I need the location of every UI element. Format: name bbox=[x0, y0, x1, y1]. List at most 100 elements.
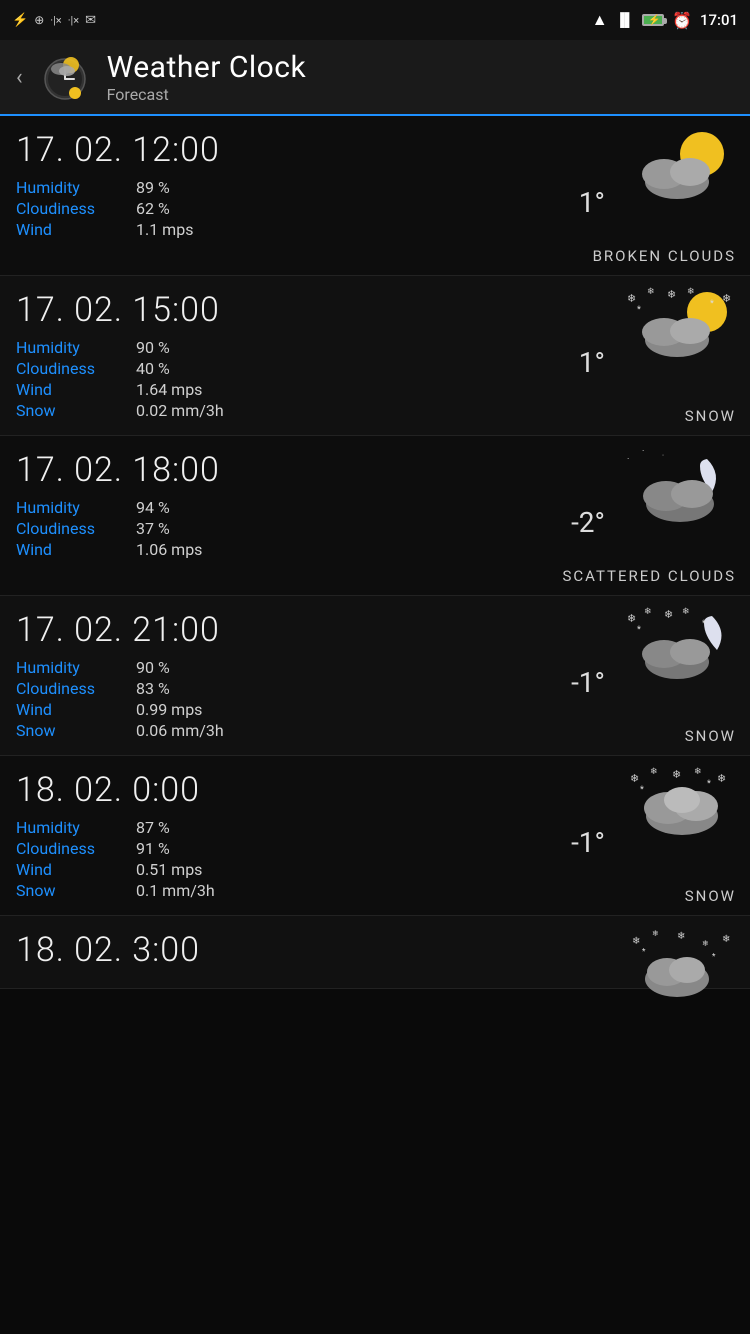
status-left-icons: ⚡ ⊕ ·|× ·|× ✉ bbox=[12, 13, 96, 28]
svg-text:❄: ❄ bbox=[664, 608, 673, 621]
cloudiness-label-3: Cloudiness bbox=[16, 679, 136, 698]
temperature-4: -1° bbox=[571, 826, 605, 859]
svg-text:❄: ❄ bbox=[627, 612, 636, 625]
weather-icon-4: ❄ ❄ ❄ ❄ ❄ * * bbox=[622, 764, 742, 854]
svg-text:*: * bbox=[642, 947, 646, 956]
svg-text:❄: ❄ bbox=[694, 767, 702, 777]
header-text: Weather Clock Forecast bbox=[107, 50, 307, 104]
wind-value-2: 1.06 mps bbox=[136, 540, 202, 559]
cloudiness-value-2: 37 % bbox=[136, 519, 170, 538]
humidity-label-0: Humidity bbox=[16, 178, 136, 197]
cloudiness-label-1: Cloudiness bbox=[16, 359, 136, 378]
wind-label-0: Wind bbox=[16, 220, 136, 239]
weather-icon-3: ❄ ❄ ❄ ❄ * * bbox=[622, 604, 742, 694]
svg-text:·: · bbox=[642, 447, 644, 457]
status-time: 17:01 bbox=[700, 11, 738, 29]
back-button[interactable]: ‹ bbox=[16, 65, 23, 90]
wind-label-4: Wind bbox=[16, 860, 136, 879]
app-logo bbox=[39, 51, 91, 103]
svg-text:❄: ❄ bbox=[672, 768, 681, 781]
condition-4: SNOW bbox=[685, 887, 736, 905]
cloudiness-label-2: Cloudiness bbox=[16, 519, 136, 538]
svg-text:*: * bbox=[637, 625, 641, 635]
battery-bolt: ⚡ bbox=[648, 15, 660, 26]
humidity-label-3: Humidity bbox=[16, 658, 136, 677]
svg-text:❄: ❄ bbox=[667, 288, 676, 301]
svg-text:❄: ❄ bbox=[717, 772, 726, 785]
wind-label-2: Wind bbox=[16, 540, 136, 559]
condition-2: SCATTERED CLOUDS bbox=[562, 567, 736, 585]
svg-text:❄: ❄ bbox=[702, 939, 709, 948]
alarm-icon: ⏰ bbox=[672, 11, 692, 30]
svg-text:❄: ❄ bbox=[627, 292, 636, 305]
condition-1: SNOW bbox=[685, 407, 736, 425]
email-icon: ✉ bbox=[85, 13, 96, 28]
snow-label-3: Snow bbox=[16, 721, 136, 740]
wind-row-2: Wind 1.06 mps bbox=[16, 540, 734, 559]
svg-text:*: * bbox=[702, 619, 706, 629]
svg-text:*: * bbox=[710, 299, 714, 309]
forecast-card-0: 17. 02. 12:00 Humidity 89 % Cloudiness 6… bbox=[0, 116, 750, 276]
snow-label-1: Snow bbox=[16, 401, 136, 420]
wind-label-1: Wind bbox=[16, 380, 136, 399]
weather-icon-partial: ❄ ❄ ❄ ❄ ❄ * * bbox=[622, 924, 742, 1014]
snow-value-3: 0.06 mm/3h bbox=[136, 721, 224, 740]
svg-text:·: · bbox=[662, 451, 664, 460]
humidity-value-1: 90 % bbox=[136, 338, 170, 357]
forecast-card-4: 18. 02. 0:00 Humidity 87 % Cloudiness 91… bbox=[0, 756, 750, 916]
wind-value-4: 0.51 mps bbox=[136, 860, 202, 879]
svg-text:*: * bbox=[707, 779, 711, 789]
wind-label-3: Wind bbox=[16, 700, 136, 719]
temperature-0: 1° bbox=[579, 186, 605, 219]
snow-row-3: Snow 0.06 mm/3h bbox=[16, 721, 734, 740]
cloudiness-value-1: 40 % bbox=[136, 359, 170, 378]
temperature-1: 1° bbox=[579, 346, 605, 379]
signal-x-icon-2: ·|× bbox=[68, 14, 79, 27]
weather-icon-0 bbox=[622, 124, 742, 214]
svg-text:*: * bbox=[640, 785, 644, 795]
svg-text:❄: ❄ bbox=[647, 287, 655, 297]
wind-row-0: Wind 1.1 mps bbox=[16, 220, 734, 239]
humidity-value-4: 87 % bbox=[136, 818, 170, 837]
snow-row-1: Snow 0.02 mm/3h bbox=[16, 401, 734, 420]
humidity-label-4: Humidity bbox=[16, 818, 136, 837]
svg-text:❄: ❄ bbox=[677, 931, 685, 942]
cloudiness-label-4: Cloudiness bbox=[16, 839, 136, 858]
svg-text:❄: ❄ bbox=[650, 767, 658, 777]
svg-text:❄: ❄ bbox=[682, 607, 690, 617]
humidity-label-1: Humidity bbox=[16, 338, 136, 357]
cloudiness-value-0: 62 % bbox=[136, 199, 170, 218]
wifi-icon: ▲ bbox=[592, 10, 608, 30]
signal-icon: ▐▌ bbox=[616, 12, 634, 28]
app-header: ‹ Weather Clock Forecast bbox=[0, 40, 750, 116]
svg-text:·: · bbox=[627, 455, 629, 465]
cloudiness-value-4: 91 % bbox=[136, 839, 170, 858]
app-title: Weather Clock bbox=[107, 50, 307, 85]
snow-value-4: 0.1 mm/3h bbox=[136, 881, 215, 900]
humidity-label-2: Humidity bbox=[16, 498, 136, 517]
status-bar: ⚡ ⊕ ·|× ·|× ✉ ▲ ▐▌ ⚡ ⏰ 17:01 bbox=[0, 0, 750, 40]
humidity-value-2: 94 % bbox=[136, 498, 170, 517]
forecast-list: 17. 02. 12:00 Humidity 89 % Cloudiness 6… bbox=[0, 116, 750, 916]
weather-icon-1: ❄ ❄ ❄ ❄ ❄ * * bbox=[622, 284, 742, 374]
condition-0: BROKEN CLOUDS bbox=[593, 247, 736, 265]
svg-text:*: * bbox=[637, 305, 641, 315]
snow-row-4: Snow 0.1 mm/3h bbox=[16, 881, 734, 900]
cloudiness-label-0: Cloudiness bbox=[16, 199, 136, 218]
svg-text:❄: ❄ bbox=[644, 607, 652, 617]
condition-3: SNOW bbox=[685, 727, 736, 745]
svg-text:❄: ❄ bbox=[687, 287, 695, 297]
wind-row-1: Wind 1.64 mps bbox=[16, 380, 734, 399]
svg-text:❄: ❄ bbox=[630, 772, 639, 785]
svg-text:❄: ❄ bbox=[722, 934, 730, 945]
wind-value-1: 1.64 mps bbox=[136, 380, 202, 399]
cloudiness-value-3: 83 % bbox=[136, 679, 170, 698]
status-right-icons: ▲ ▐▌ ⚡ ⏰ 17:01 bbox=[592, 10, 738, 30]
wind-value-3: 0.99 mps bbox=[136, 700, 202, 719]
notification-icon: ⊕ bbox=[34, 13, 44, 27]
svg-text:❄: ❄ bbox=[632, 936, 640, 947]
snow-value-1: 0.02 mm/3h bbox=[136, 401, 224, 420]
weather-icon-2: · · · bbox=[622, 444, 742, 534]
wind-row-4: Wind 0.51 mps bbox=[16, 860, 734, 879]
forecast-card-3: 17. 02. 21:00 Humidity 90 % Cloudiness 8… bbox=[0, 596, 750, 756]
